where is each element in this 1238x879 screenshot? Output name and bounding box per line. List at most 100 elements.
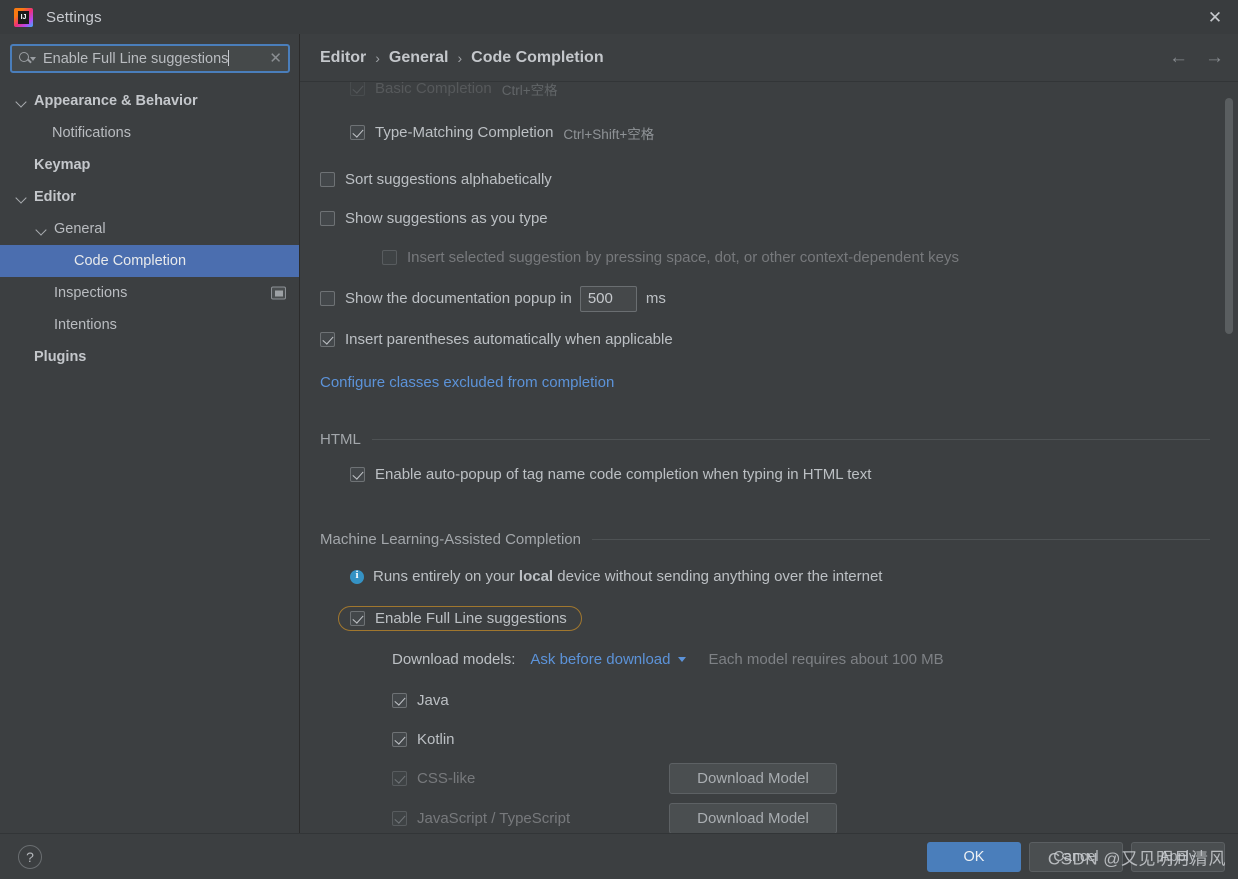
sidebar-item-keymap[interactable]: Keymap	[0, 149, 299, 181]
ml-info-row: Runs entirely on your local device witho…	[320, 562, 1214, 591]
clipped-row-container: Basic Completion Ctrl+空格	[320, 82, 1214, 104]
back-arrow-icon[interactable]: ←	[1169, 48, 1188, 67]
chevron-down-icon[interactable]	[16, 96, 27, 107]
checkbox-icon	[382, 250, 397, 265]
breadcrumb-code-completion: Code Completion	[471, 48, 604, 66]
scroll-inner: Basic Completion Ctrl+空格 Type-Matching C…	[320, 82, 1214, 833]
sidebar-item-intentions[interactable]: Intentions	[0, 309, 299, 341]
breadcrumb-separator: ›	[457, 49, 463, 66]
checkbox-icon[interactable]	[350, 82, 365, 96]
sidebar-item-label: Intentions	[54, 317, 117, 333]
checkbox-icon[interactable]	[320, 291, 335, 306]
model-row-kotlin[interactable]: Kotlin	[320, 725, 1214, 754]
section-divider	[591, 539, 1210, 540]
sidebar-item-code-completion[interactable]: Code Completion	[0, 245, 299, 277]
sidebar-item-label: Inspections	[54, 285, 128, 301]
help-button[interactable]: ?	[18, 844, 42, 869]
section-title: HTML	[320, 431, 361, 448]
content-scrollbar[interactable]	[1225, 98, 1233, 334]
model-row-css-like: CSS-like Download Model	[320, 763, 1214, 794]
checkbox-icon[interactable]	[392, 693, 407, 708]
search-input[interactable]: Enable Full Line suggestions ✕	[10, 44, 290, 73]
settings-sidebar: Enable Full Line suggestions ✕ Appearanc…	[0, 34, 300, 833]
option-label: Basic Completion	[375, 82, 492, 97]
chevron-down-icon[interactable]	[677, 657, 686, 662]
checkbox-icon	[392, 771, 407, 786]
download-models-dropdown[interactable]: Ask before download	[530, 651, 670, 668]
option-shortcut: Ctrl+空格	[501, 82, 558, 98]
configure-excluded-classes-link[interactable]: Configure classes excluded from completi…	[320, 374, 614, 391]
section-html: HTML	[320, 431, 1214, 448]
sidebar-item-inspections[interactable]: Inspections	[0, 277, 299, 309]
chevron-down-icon[interactable]	[16, 192, 27, 203]
checkbox-icon[interactable]	[392, 732, 407, 747]
sidebar-item-plugins[interactable]: Plugins	[0, 341, 299, 373]
option-label: Type-Matching Completion	[375, 124, 554, 141]
footer-buttons: OK Cancel Apply	[927, 841, 1225, 872]
checkbox-icon[interactable]	[350, 611, 365, 626]
option-type-matching-completion[interactable]: Type-Matching Completion Ctrl+Shift+空格	[320, 118, 1214, 147]
checkbox-icon[interactable]	[350, 467, 365, 482]
inspections-profile-icon[interactable]	[271, 286, 286, 300]
download-models-label: Download models:	[392, 651, 516, 668]
section-title: Machine Learning-Assisted Completion	[320, 531, 581, 548]
sidebar-item-label: Appearance & Behavior	[34, 93, 198, 109]
sidebar-item-label: Editor	[34, 189, 76, 205]
enable-full-line-highlight: Enable Full Line suggestions	[338, 606, 582, 631]
download-model-button-javascript[interactable]: Download Model	[669, 803, 837, 833]
sidebar-item-label: Code Completion	[74, 253, 187, 269]
option-html-auto-popup[interactable]: Enable auto-popup of tag name code compl…	[320, 460, 1214, 489]
option-insert-selected-suggestion: Insert selected suggestion by pressing s…	[320, 243, 1214, 272]
enable-full-line-row: Enable Full Line suggestions	[320, 604, 1214, 633]
close-icon[interactable]: ✕	[1192, 0, 1238, 34]
dialog-footer: ? OK Cancel Apply CSDN @又见明月清风	[0, 833, 1238, 879]
clear-search-icon[interactable]: ✕	[265, 51, 282, 66]
checkbox-icon[interactable]	[350, 125, 365, 140]
chevron-down-icon[interactable]	[36, 224, 47, 235]
option-sort-suggestions[interactable]: Sort suggestions alphabetically	[320, 165, 1214, 194]
breadcrumb-general[interactable]: General	[389, 49, 449, 67]
apply-button[interactable]: Apply	[1131, 841, 1225, 872]
model-row-java[interactable]: Java	[320, 686, 1214, 715]
breadcrumb-editor[interactable]: Editor	[320, 49, 366, 67]
window-body: Enable Full Line suggestions ✕ Appearanc…	[0, 34, 1238, 833]
option-label: Insert selected suggestion by pressing s…	[407, 249, 959, 266]
option-label: Show suggestions as you type	[345, 210, 548, 227]
settings-tree: Appearance & Behavior Notifications Keym…	[0, 81, 299, 833]
model-label: Kotlin	[417, 731, 455, 748]
sidebar-item-general[interactable]: General	[0, 213, 299, 245]
download-model-button-css[interactable]: Download Model	[669, 763, 837, 794]
sidebar-item-label: General	[54, 221, 106, 237]
option-insert-parentheses[interactable]: Insert parentheses automatically when ap…	[320, 325, 1214, 354]
ok-button[interactable]: OK	[927, 841, 1021, 872]
forward-arrow-icon[interactable]: →	[1205, 48, 1224, 67]
option-documentation-popup[interactable]: Show the documentation popup in 500 ms	[320, 284, 1214, 313]
search-icon	[19, 51, 36, 66]
sidebar-item-appearance-behavior[interactable]: Appearance & Behavior	[0, 85, 299, 117]
model-label: CSS-like	[417, 770, 476, 787]
download-models-note: Each model requires about 100 MB	[708, 651, 944, 668]
sidebar-item-label: Keymap	[34, 157, 91, 173]
option-label[interactable]: Enable Full Line suggestions	[375, 610, 567, 627]
option-show-suggestions-as-you-type[interactable]: Show suggestions as you type	[320, 204, 1214, 233]
section-machine-learning: Machine Learning-Assisted Completion	[320, 531, 1214, 548]
breadcrumb: Editor › General › Code Completion ← →	[300, 34, 1238, 81]
intellij-idea-icon	[14, 7, 33, 27]
title-bar: Settings ✕	[0, 0, 1238, 34]
section-divider	[371, 439, 1210, 440]
checkbox-icon[interactable]	[320, 172, 335, 187]
settings-window: Settings ✕ Enable Full Line suggestions …	[0, 0, 1238, 879]
breadcrumb-separator: ›	[375, 49, 380, 66]
sidebar-item-notifications[interactable]: Notifications	[0, 117, 299, 149]
cancel-button[interactable]: Cancel	[1029, 841, 1123, 872]
option-basic-completion[interactable]: Basic Completion Ctrl+空格	[320, 82, 1214, 103]
option-label: Insert parentheses automatically when ap…	[345, 331, 673, 348]
checkbox-icon[interactable]	[320, 211, 335, 226]
ml-info-text: Runs entirely on your local device witho…	[373, 568, 883, 585]
navigation-arrows: ← →	[1169, 48, 1224, 67]
documentation-delay-input[interactable]: 500	[579, 285, 637, 312]
sidebar-item-editor[interactable]: Editor	[0, 181, 299, 213]
option-shortcut: Ctrl+Shift+空格	[563, 126, 655, 142]
documentation-delay-unit: ms	[645, 290, 666, 307]
checkbox-icon[interactable]	[320, 332, 335, 347]
